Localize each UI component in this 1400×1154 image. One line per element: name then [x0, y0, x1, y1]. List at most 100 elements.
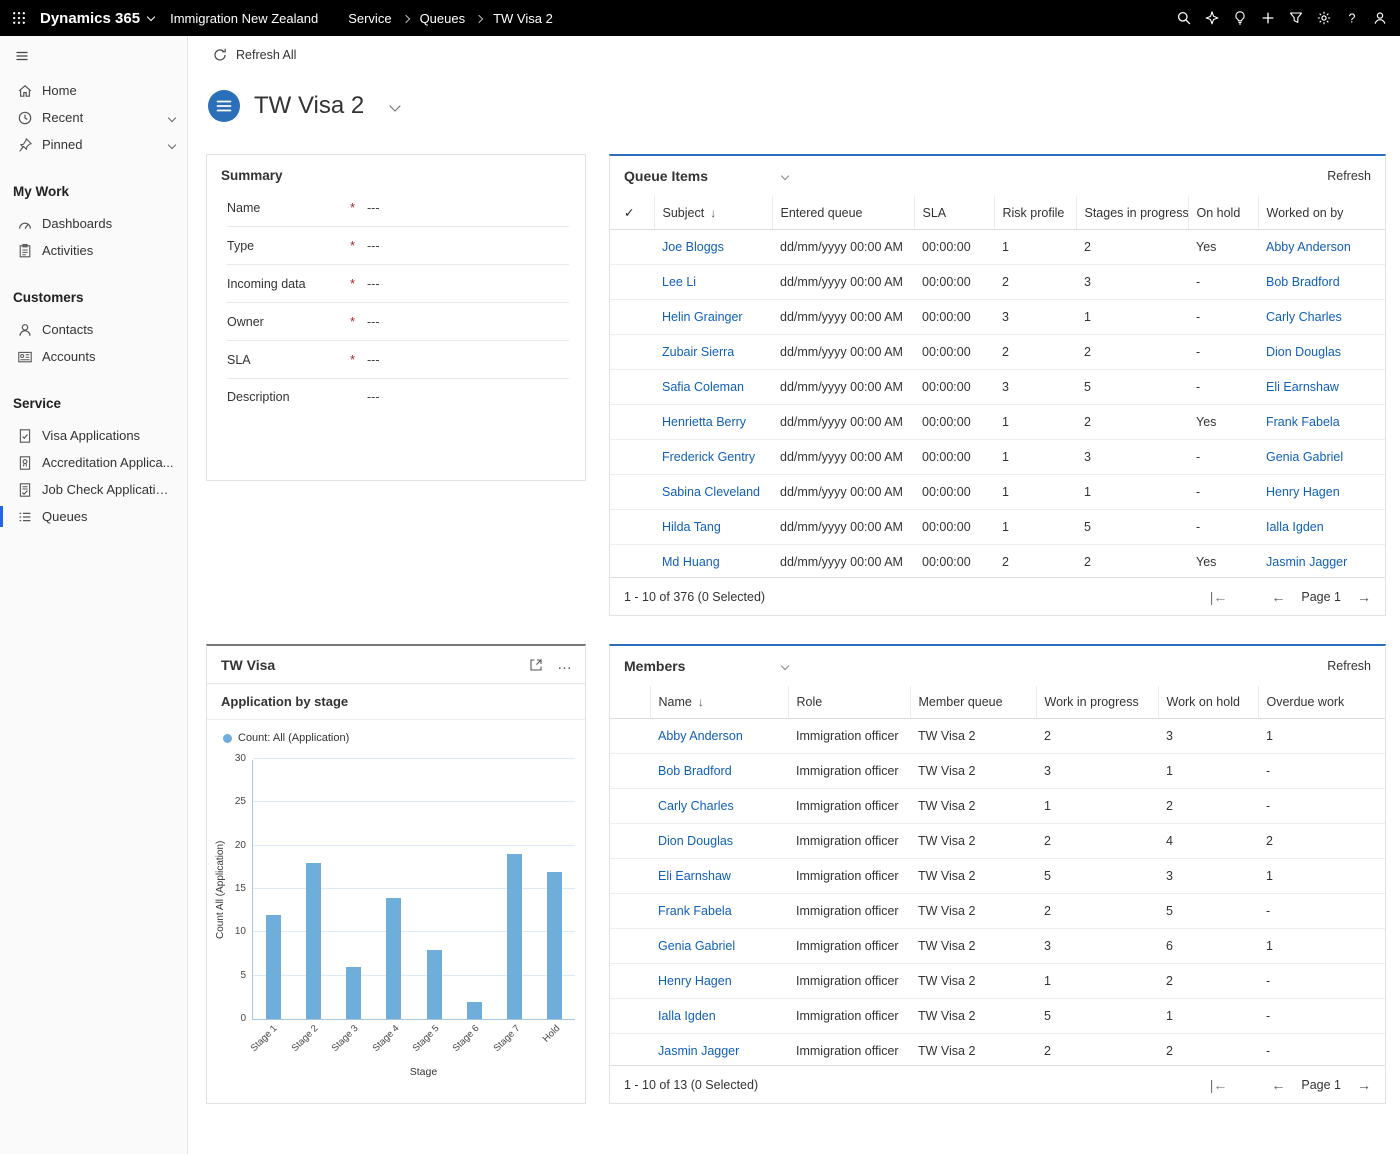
field-value[interactable]: --- — [367, 390, 380, 404]
row-select-cell[interactable] — [610, 264, 654, 300]
help-icon[interactable]: ? — [1344, 10, 1360, 26]
worked-on-by-link[interactable]: Jasmin Jagger — [1266, 555, 1347, 569]
breadcrumb-item-queues[interactable]: Queues — [420, 11, 466, 26]
row-select-cell[interactable] — [610, 893, 650, 929]
prev-page-button[interactable]: ← — [1271, 589, 1285, 605]
row-select-cell[interactable] — [610, 229, 654, 265]
search-icon[interactable] — [1176, 10, 1192, 26]
app-title[interactable]: Dynamics 365 — [40, 10, 156, 27]
more-commands-icon[interactable]: … — [557, 656, 573, 673]
field-value[interactable]: --- — [367, 239, 380, 253]
row-select-cell[interactable] — [610, 474, 654, 510]
column-header-sla[interactable]: SLA — [913, 196, 994, 230]
subject-link[interactable]: Helin Grainger — [662, 310, 743, 324]
table-row[interactable]: Frederick Gentry dd/mm/yyyy 00:00 AM 00:00… — [610, 439, 1385, 475]
column-header-on-hold[interactable]: On hold — [1187, 196, 1258, 230]
breadcrumb-item-service[interactable]: Service — [348, 11, 391, 26]
row-select-cell[interactable] — [610, 404, 654, 440]
filter-icon[interactable] — [1288, 10, 1304, 26]
name-link[interactable]: Jasmin Jagger — [658, 1044, 739, 1058]
sidebar-item-accounts[interactable]: Accounts — [0, 343, 187, 370]
subject-link[interactable]: Sabina Cleveland — [662, 485, 760, 499]
column-header-subject[interactable]: Subject ↓ — [653, 196, 772, 230]
subject-link[interactable]: Frederick Gentry — [662, 450, 755, 464]
next-page-button[interactable]: → — [1357, 589, 1371, 605]
lightbulb-icon[interactable] — [1232, 10, 1248, 26]
sidebar-item-queues[interactable]: Queues — [0, 503, 187, 530]
row-select-cell[interactable] — [610, 369, 654, 405]
worked-on-by-link[interactable]: Bob Bradford — [1266, 275, 1340, 289]
column-header-worked-on-by[interactable]: Worked on by — [1257, 196, 1385, 230]
field-value[interactable]: --- — [367, 277, 380, 291]
row-select-cell[interactable] — [610, 963, 650, 999]
table-row[interactable]: Safia Coleman dd/mm/yyyy 00:00 AM 00:00:00… — [610, 369, 1385, 405]
name-link[interactable]: Henry Hagen — [658, 974, 732, 988]
refresh-all-button[interactable]: Refresh All — [206, 46, 302, 64]
menu-toggle-button[interactable] — [14, 48, 30, 67]
sidebar-item-home[interactable]: Home — [0, 77, 187, 104]
row-select-cell[interactable] — [610, 509, 654, 545]
table-row[interactable]: Carly Charles Immigration officer TW Visa … — [610, 788, 1385, 824]
row-select-cell[interactable] — [610, 718, 650, 754]
column-header-risk-profile[interactable]: Risk profile — [993, 196, 1076, 230]
table-row[interactable]: Genia Gabriel Immigration officer TW Visa … — [610, 928, 1385, 964]
subject-link[interactable]: Henrietta Berry — [662, 415, 746, 429]
table-row[interactable]: Henrietta Berry dd/mm/yyyy 00:00 AM 00:00:… — [610, 404, 1385, 440]
app-launcher-button[interactable] — [0, 0, 38, 36]
name-link[interactable]: Dion Douglas — [658, 834, 733, 848]
subject-link[interactable]: Lee Li — [662, 275, 696, 289]
name-link[interactable]: Ialla Igden — [658, 1009, 716, 1023]
sidebar-item-recent[interactable]: Recent — [0, 104, 187, 131]
column-header-member-queue[interactable]: Member queue — [909, 686, 1036, 719]
sidebar-item-contacts[interactable]: Contacts — [0, 316, 187, 343]
worked-on-by-link[interactable]: Ialla Igden — [1266, 520, 1324, 534]
worked-on-by-link[interactable]: Carly Charles — [1266, 310, 1342, 324]
row-select-cell[interactable] — [610, 928, 650, 964]
table-row[interactable]: Frank Fabela Immigration officer TW Visa 2… — [610, 893, 1385, 929]
table-row[interactable]: Henry Hagen Immigration officer TW Visa 21… — [610, 963, 1385, 999]
sidebar-item-pinned[interactable]: Pinned — [0, 131, 187, 158]
column-header-role[interactable]: Role — [787, 686, 910, 719]
select-all-header[interactable]: ✓ — [610, 196, 654, 230]
row-select-cell[interactable] — [610, 753, 650, 789]
table-row[interactable]: Lee Li dd/mm/yyyy 00:00 AM 00:00:00 2 3- Bob … — [610, 264, 1385, 300]
table-row[interactable]: Helin Grainger dd/mm/yyyy 00:00 AM 00:00:0… — [610, 299, 1385, 335]
row-select-cell[interactable] — [610, 823, 650, 859]
breadcrumb-item-tw-visa-2[interactable]: TW Visa 2 — [493, 11, 553, 26]
queue-items-collapse-icon[interactable] — [780, 171, 790, 181]
name-link[interactable]: Bob Bradford — [658, 764, 732, 778]
name-link[interactable]: Frank Fabela — [658, 904, 732, 918]
expand-chart-icon[interactable] — [528, 657, 544, 673]
settings-icon[interactable] — [1316, 10, 1332, 26]
name-link[interactable]: Eli Earnshaw — [658, 869, 731, 883]
org-name[interactable]: Immigration New Zealand — [170, 11, 318, 26]
queue-items-refresh-button[interactable]: Refresh — [1327, 169, 1371, 183]
row-select-cell[interactable] — [610, 439, 654, 475]
table-row[interactable]: Ialla Igden Immigration officer TW Visa 25… — [610, 998, 1385, 1034]
column-header-work-on-hold[interactable]: Work on hold — [1157, 686, 1258, 719]
row-select-cell[interactable] — [610, 334, 654, 370]
subject-link[interactable]: Safia Coleman — [662, 380, 744, 394]
table-row[interactable]: Dion Douglas Immigration officer TW Visa 2… — [610, 823, 1385, 859]
name-link[interactable]: Genia Gabriel — [658, 939, 735, 953]
row-select-cell[interactable] — [610, 299, 654, 335]
subject-link[interactable]: Hilda Tang — [662, 520, 721, 534]
table-row[interactable]: Abby Anderson Immigration officer TW Visa … — [610, 718, 1385, 754]
worked-on-by-link[interactable]: Henry Hagen — [1266, 485, 1340, 499]
table-row[interactable]: Md Huang dd/mm/yyyy 00:00 AM 00:00:00 2 2 Yes… — [610, 544, 1385, 580]
row-select-cell[interactable] — [610, 998, 650, 1034]
column-header-entered-queue[interactable]: Entered queue — [771, 196, 914, 230]
name-link[interactable]: Abby Anderson — [658, 729, 743, 743]
column-header-work-in-progress[interactable]: Work in progress — [1035, 686, 1158, 719]
table-row[interactable]: Sabina Cleveland dd/mm/yyyy 00:00 AM 00:00… — [610, 474, 1385, 510]
table-row[interactable]: Jasmin Jagger Immigration officer TW Visa … — [610, 1033, 1385, 1069]
column-header-overdue-work[interactable]: Overdue work — [1257, 686, 1385, 719]
table-row[interactable]: Joe Bloggs dd/mm/yyyy 00:00 AM 00:00:00 1 2 Y… — [610, 229, 1385, 265]
add-icon[interactable] — [1260, 10, 1276, 26]
sidebar-item-accreditation-applica[interactable]: Accreditation Applica... — [0, 449, 187, 476]
first-page-button[interactable]: |← — [1210, 1077, 1228, 1093]
sidebar-item-visa-applications[interactable]: Visa Applications — [0, 422, 187, 449]
account-icon[interactable] — [1372, 10, 1388, 26]
row-select-cell[interactable] — [610, 858, 650, 894]
table-row[interactable]: Zubair Sierra dd/mm/yyyy 00:00 AM 00:00:00… — [610, 334, 1385, 370]
